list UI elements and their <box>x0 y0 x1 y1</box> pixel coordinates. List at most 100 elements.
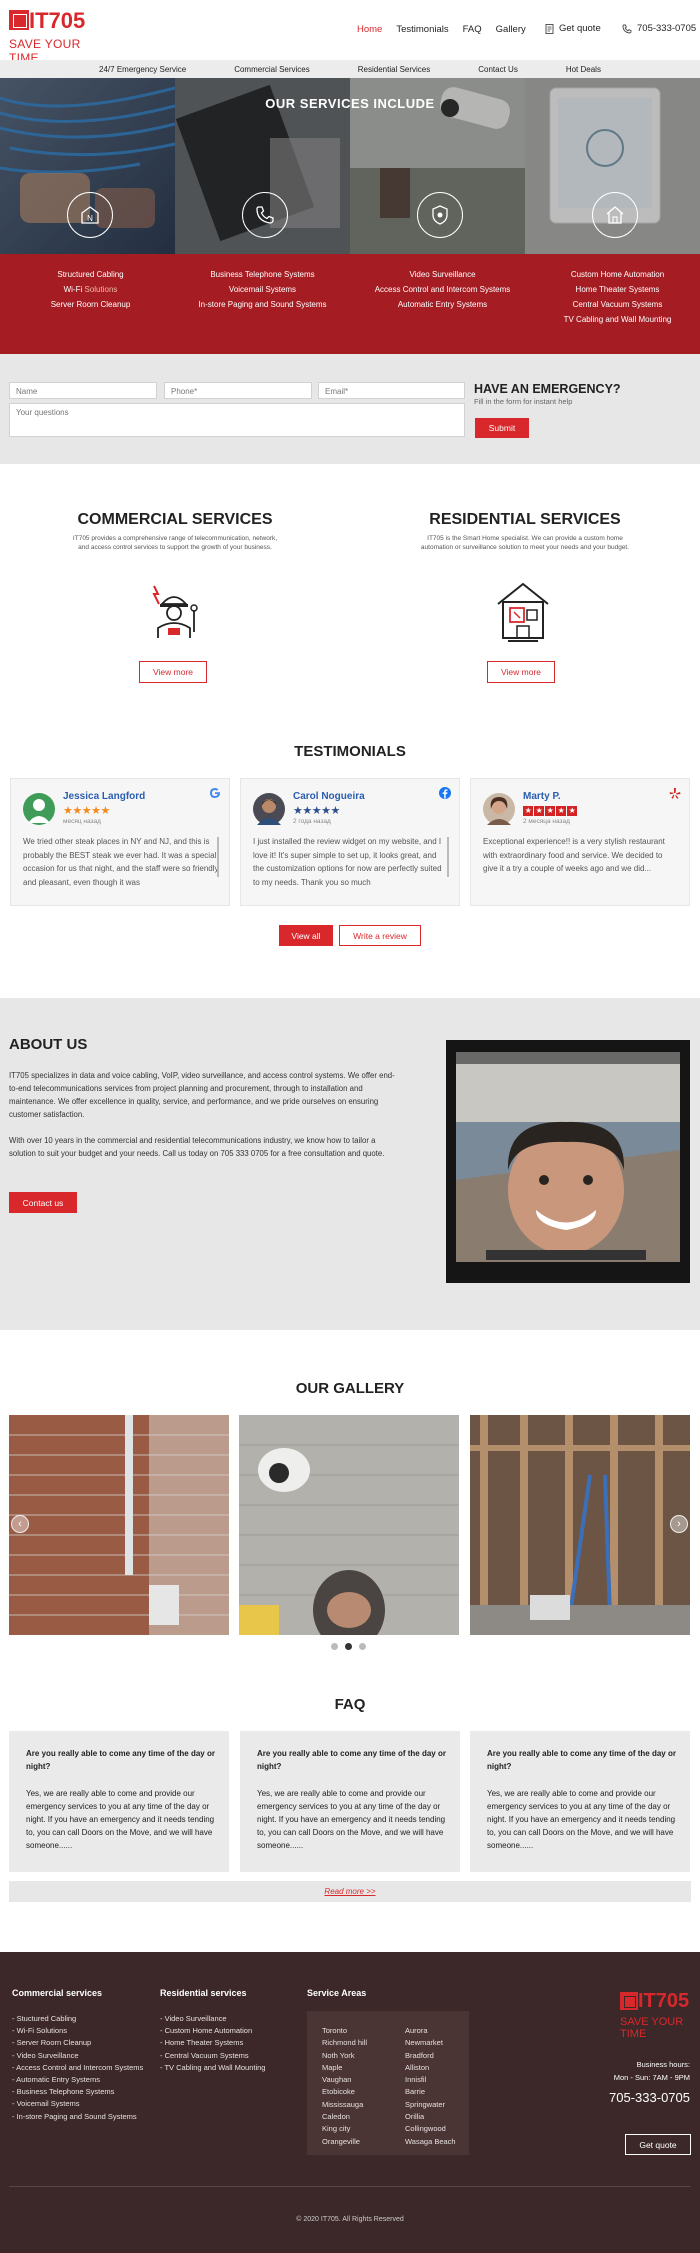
reviewer-name[interactable]: Marty P. <box>523 791 561 802</box>
logo-text: IT705 <box>29 8 86 33</box>
get-quote-link[interactable]: Get quote <box>545 23 601 34</box>
logo[interactable]: IT705 SAVE YOUR TIME <box>9 8 85 65</box>
footer-link[interactable]: - Automatic Entry Systems <box>12 2074 143 2086</box>
footer-link[interactable]: - Voicemail Systems <box>12 2098 143 2110</box>
area-item: Springwater <box>405 2099 446 2109</box>
service-item[interactable]: Access Control and Intercom Systems <box>355 282 530 297</box>
gallery-image[interactable] <box>239 1415 459 1635</box>
phone-icon <box>622 24 632 33</box>
review-scrollbar[interactable] <box>217 837 219 877</box>
footer-link[interactable]: - Video Surveillance <box>12 2050 143 2062</box>
rating-stars: ★★★★★ <box>523 806 577 816</box>
subnav-contact[interactable]: Contact Us <box>454 65 542 74</box>
reviewer-name[interactable]: Jessica Langford <box>63 791 145 802</box>
commercial-view-more-button[interactable]: View more <box>139 661 207 683</box>
footer-link[interactable]: - Access Control and Intercom Systems <box>12 2062 143 2074</box>
logo-mark <box>9 10 29 30</box>
gallery-image[interactable] <box>9 1415 229 1635</box>
logo-mark <box>620 1992 638 2010</box>
nav-faq[interactable]: FAQ <box>463 24 482 35</box>
subnav-hot-deals[interactable]: Hot Deals <box>542 65 625 74</box>
faq-card[interactable]: Are you really able to come any time of … <box>470 1731 690 1872</box>
avatar <box>23 793 55 825</box>
area-item: Newmarket <box>405 2038 443 2048</box>
footer-link[interactable]: - Business Telephone Systems <box>12 2086 143 2098</box>
get-quote-label: Get quote <box>559 23 601 34</box>
main-nav: Home Testimonials FAQ Gallery <box>357 24 526 35</box>
gallery-prev-arrow[interactable]: ‹ <box>11 1515 29 1533</box>
gallery-image[interactable] <box>470 1415 690 1635</box>
phone-field[interactable]: Phone* <box>164 382 312 399</box>
nav-home[interactable]: Home <box>357 24 382 35</box>
footer-phone[interactable]: 705-333-0705 <box>609 2090 690 2105</box>
google-icon <box>209 787 221 799</box>
area-item: Collingwood <box>405 2124 446 2134</box>
email-field[interactable]: Email* <box>318 382 465 399</box>
faq-question: Are you really able to come any time of … <box>487 1749 676 1771</box>
subnav-emergency[interactable]: 24/7 Emergency Service <box>75 65 210 74</box>
service-item[interactable]: Business Telephone Systems <box>175 267 350 282</box>
service-item[interactable]: Central Vacuum Systems <box>530 297 700 312</box>
view-all-button[interactable]: View all <box>279 925 333 946</box>
footer-areas-title: Service Areas <box>307 1988 367 1998</box>
gallery-dot[interactable] <box>359 1643 366 1650</box>
phone-link[interactable]: 705-333-0705 <box>622 23 696 34</box>
nav-gallery[interactable]: Gallery <box>496 24 526 35</box>
footer-residential-title: Residential services <box>160 1988 247 1998</box>
area-item: Richmond hill <box>322 2038 368 2048</box>
faq-card[interactable]: Are you really able to come any time of … <box>240 1731 460 1872</box>
service-item[interactable]: Wi-Fi Solutions <box>3 282 178 297</box>
footer-link[interactable]: - Wi-Fi Solutions <box>12 2025 143 2037</box>
service-column-security: Video Surveillance Access Control and In… <box>355 267 530 312</box>
nav-testimonials[interactable]: Testimonials <box>396 24 448 35</box>
footer-link[interactable]: - Video Surveillance <box>160 2013 265 2025</box>
footer-link[interactable]: - Stuctured Cabling <box>12 2013 143 2025</box>
review-card: Carol Nogueira ★★★★★ 2 года назад I just… <box>240 778 460 906</box>
footer-logo[interactable]: IT705 SAVE YOUR TIME <box>620 1990 692 2040</box>
service-item[interactable]: Voicemail Systems <box>175 282 350 297</box>
gallery-dot-active[interactable] <box>345 1643 352 1650</box>
service-item[interactable]: Structured Cabling <box>3 267 178 282</box>
contact-us-button[interactable]: Contact us <box>9 1192 77 1213</box>
footer-link[interactable]: - Central Vacuum Systems <box>160 2050 265 2062</box>
read-more-link[interactable]: Read more >> <box>9 1881 691 1902</box>
submit-button[interactable]: Submit <box>475 418 529 438</box>
phone-icon <box>242 192 288 238</box>
area-item: Maple <box>322 2062 343 2072</box>
header: IT705 SAVE YOUR TIME Home Testimonials F… <box>0 0 700 65</box>
residential-view-more-button[interactable]: View more <box>487 661 555 683</box>
footer-link[interactable]: - Home Theater Systems <box>160 2037 265 2049</box>
service-item[interactable]: Video Surveillance <box>355 267 530 282</box>
network-icon: N <box>67 192 113 238</box>
commercial-desc: IT705 provides a comprehensive range of … <box>72 535 278 551</box>
service-item[interactable]: Custom Home Automation <box>530 267 700 282</box>
subnav-residential[interactable]: Residential Services <box>334 65 454 74</box>
area-item: Etobicoke <box>322 2087 355 2097</box>
service-item[interactable]: Server Roorn Cleanup <box>3 297 178 312</box>
write-review-button[interactable]: Write a review <box>339 925 421 946</box>
gallery-dot[interactable] <box>331 1643 338 1650</box>
home-icon <box>592 192 638 238</box>
about-title: ABOUT US <box>9 1036 88 1053</box>
faq-card[interactable]: Are you really able to come any time of … <box>9 1731 229 1872</box>
area-item: Orillia <box>405 2112 425 2122</box>
review-scrollbar[interactable] <box>447 837 449 877</box>
area-item: Bradford <box>405 2050 434 2060</box>
footer-link[interactable]: - In-store Paging and Sound Systems <box>12 2111 143 2123</box>
name-field[interactable]: Name <box>9 382 157 399</box>
subnav-commercial[interactable]: Commercial Services <box>210 65 334 74</box>
service-item[interactable]: In-store Paging and Sound Systems <box>175 297 350 312</box>
service-item[interactable]: Automatic Entry Systems <box>355 297 530 312</box>
questions-field[interactable]: Your questions <box>9 403 465 437</box>
faq-answer: Yes, we are really able to come and prov… <box>257 1789 446 1850</box>
gallery-next-arrow[interactable]: › <box>670 1515 688 1533</box>
footer-link[interactable]: - Custom Home Automation <box>160 2025 265 2037</box>
footer-link[interactable]: - Server Roorn Cleanup <box>12 2037 143 2049</box>
service-item[interactable]: TV Cabling and Wall Mounting <box>530 312 700 327</box>
reviewer-name[interactable]: Carol Nogueira <box>293 791 365 802</box>
service-item[interactable]: Home Theater Systems <box>530 282 700 297</box>
footer-get-quote-button[interactable]: Get quote <box>625 2134 691 2155</box>
footer-link[interactable]: - TV Cabling and Wall Mounting <box>160 2062 265 2074</box>
avatar <box>253 793 285 825</box>
faq-answer: Yes, we are really able to come and prov… <box>26 1789 215 1850</box>
